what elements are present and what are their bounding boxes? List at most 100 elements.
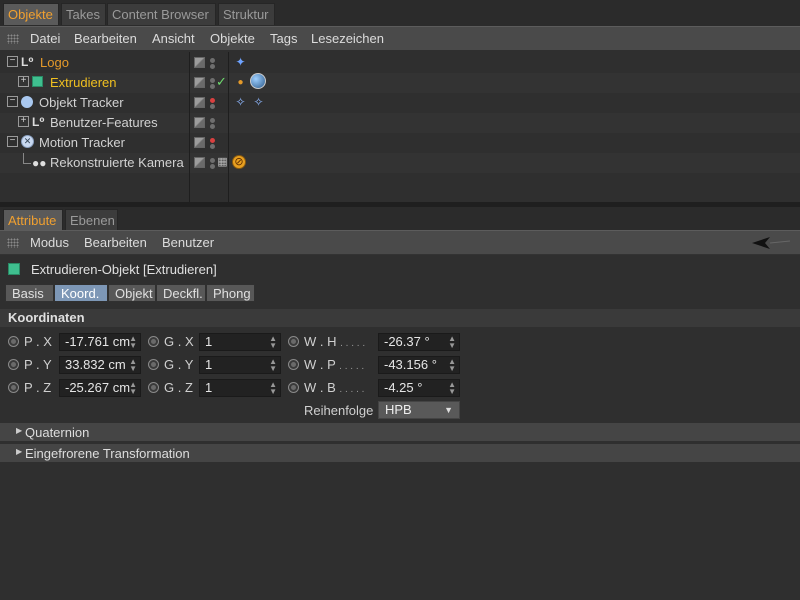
tab-ebenen[interactable]: Ebenen	[65, 209, 118, 231]
menu-datei[interactable]: Datei	[30, 31, 60, 46]
scale-z-input[interactable]: 1 ▲ ▼	[199, 379, 281, 397]
subtab-koord[interactable]: Koord.	[54, 284, 108, 302]
animate-radio-icon[interactable]	[8, 359, 19, 370]
grip-icon[interactable]	[7, 238, 19, 248]
tracker-tag-icon[interactable]: ✧	[232, 94, 249, 111]
object-row-rekonstruierte-kamera[interactable]: ●● Rekonstruierte Kamera ▦ ⊘	[0, 153, 800, 173]
grip-icon[interactable]	[7, 34, 19, 44]
object-row-benutzer-features[interactable]: + L⁰ Benutzer-Features	[0, 113, 800, 133]
tab-struktur[interactable]: Struktur	[218, 3, 275, 25]
menu-benutzer[interactable]: Benutzer	[162, 235, 214, 250]
tab-objekte[interactable]: Objekte	[3, 3, 59, 25]
animate-radio-icon[interactable]	[148, 359, 159, 370]
pos-y-input[interactable]: 33.832 cm ▲ ▼	[59, 356, 141, 374]
order-dropdown[interactable]: HPB ▼	[378, 401, 460, 419]
subtab-deckfl[interactable]: Deckfl.	[156, 284, 206, 302]
editor-visibility-dot[interactable]	[210, 78, 215, 83]
animate-radio-icon[interactable]	[8, 382, 19, 393]
scale-y-input[interactable]: 1 ▲ ▼	[199, 356, 281, 374]
tree-line	[23, 163, 31, 164]
column-separator	[189, 52, 190, 202]
animate-radio-icon[interactable]	[8, 336, 19, 347]
camera-icon: ●●	[32, 156, 47, 170]
tab-attribute[interactable]: Attribute	[3, 209, 63, 231]
expand-icon[interactable]: +	[18, 116, 29, 127]
animate-radio-icon[interactable]	[288, 382, 299, 393]
pos-z-input[interactable]: -25.267 cm ▲ ▼	[59, 379, 141, 397]
tab-content-browser[interactable]: Content Browser	[107, 3, 216, 25]
scale-x-input[interactable]: 1 ▲ ▼	[199, 333, 281, 351]
expand-icon[interactable]: +	[18, 76, 29, 87]
editor-visibility-dot[interactable]	[210, 118, 215, 123]
animate-radio-icon[interactable]	[148, 382, 159, 393]
enabled-check-icon[interactable]: ✓	[216, 74, 227, 90]
null-object-icon: L⁰	[21, 55, 34, 69]
protection-tag-icon[interactable]: ⊘	[232, 155, 246, 169]
animate-radio-icon[interactable]	[288, 336, 299, 347]
menu-bearbeiten[interactable]: Bearbeiten	[74, 31, 137, 46]
editor-visibility-dot[interactable]	[210, 98, 215, 103]
rot-p-input[interactable]: -43.156 ° ▲ ▼	[378, 356, 460, 374]
extrude-icon	[8, 263, 20, 275]
object-row-objekt-tracker[interactable]: − Objekt Tracker ✧ ✧	[0, 93, 800, 113]
layer-icon[interactable]	[194, 57, 205, 68]
layer-icon[interactable]	[194, 137, 205, 148]
editor-visibility-dot[interactable]	[210, 58, 215, 63]
menu-bearbeiten[interactable]: Bearbeiten	[84, 235, 147, 250]
tree-line	[23, 153, 24, 163]
pos-x-input[interactable]: -17.761 cm ▲ ▼	[59, 333, 141, 351]
material-dots-icon[interactable]: ●	[232, 74, 249, 91]
layer-icon[interactable]	[194, 77, 205, 88]
back-arrow-icon[interactable]	[752, 236, 792, 250]
layer-icon[interactable]	[194, 117, 205, 128]
render-visibility-dot[interactable]	[210, 104, 215, 109]
null-object-icon: L⁰	[32, 115, 45, 129]
attribute-tabbar: Attribute Ebenen	[0, 207, 800, 231]
object-row-motion-tracker[interactable]: − ✕ Motion Tracker	[0, 133, 800, 153]
chevron-right-icon: ▶	[16, 447, 23, 456]
constraint-tag-icon[interactable]: ✦	[232, 54, 249, 71]
field-label: P . Y	[24, 357, 52, 372]
render-visibility-dot[interactable]	[210, 84, 215, 89]
object-label: Logo	[40, 55, 69, 70]
menu-lesezeichen[interactable]: Lesezeichen	[311, 31, 384, 46]
animate-radio-icon[interactable]	[148, 336, 159, 347]
section-label: Eingefrorene Transformation	[25, 446, 190, 461]
order-row: Reihenfolge HPB ▼	[0, 400, 800, 422]
chevron-right-icon: ▶	[16, 426, 23, 435]
tracker-tag-icon[interactable]: ✧	[250, 94, 267, 111]
object-title: Extrudieren-Objekt [Extrudieren]	[31, 262, 217, 277]
column-separator	[228, 52, 229, 202]
object-label: Rekonstruierte Kamera	[50, 155, 184, 170]
animate-radio-icon[interactable]	[288, 359, 299, 370]
render-visibility-dot[interactable]	[210, 124, 215, 129]
subtab-phong[interactable]: Phong	[206, 284, 255, 302]
rot-h-input[interactable]: -26.37 ° ▲ ▼	[378, 333, 460, 351]
field-label: W . H . . . . .	[304, 334, 366, 349]
object-row-logo[interactable]: − L⁰ Logo ✦	[0, 53, 800, 73]
menu-modus[interactable]: Modus	[30, 235, 69, 250]
render-visibility-dot[interactable]	[210, 64, 215, 69]
layer-icon[interactable]	[194, 97, 205, 108]
tab-takes[interactable]: Takes	[61, 3, 106, 25]
menu-tags[interactable]: Tags	[270, 31, 297, 46]
layer-icon[interactable]	[194, 157, 205, 168]
menu-ansicht[interactable]: Ansicht	[152, 31, 195, 46]
render-visibility-dot[interactable]	[210, 144, 215, 149]
material-tag-icon[interactable]	[250, 73, 266, 89]
menu-objekte[interactable]: Objekte	[210, 31, 255, 46]
expand-icon[interactable]: −	[7, 136, 18, 147]
order-label: Reihenfolge	[304, 403, 374, 418]
subtab-basis[interactable]: Basis	[5, 284, 54, 302]
rot-b-input[interactable]: -4.25 ° ▲ ▼	[378, 379, 460, 397]
field-label: W . P . . . . .	[304, 357, 365, 372]
expand-icon[interactable]: −	[7, 96, 18, 107]
section-quaternion[interactable]: ▶ Quaternion	[0, 423, 800, 441]
section-eingefrorene-transformation[interactable]: ▶ Eingefrorene Transformation	[0, 444, 800, 462]
object-row-extrudieren[interactable]: + Extrudieren ✓ ●	[0, 73, 800, 93]
field-label: P . X	[24, 334, 52, 349]
subtab-objekt[interactable]: Objekt	[108, 284, 156, 302]
attribute-menubar: Modus Bearbeiten Benutzer	[0, 230, 800, 255]
editor-visibility-dot[interactable]	[210, 138, 215, 143]
expand-icon[interactable]: −	[7, 56, 18, 67]
